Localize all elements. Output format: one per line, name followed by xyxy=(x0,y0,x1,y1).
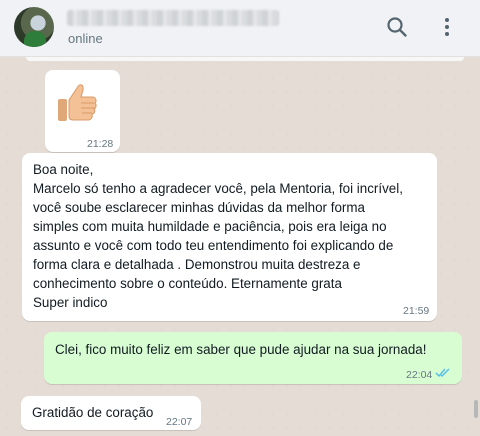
message-text-line: forma clara e detalhada . Demonstrou mui… xyxy=(33,257,361,272)
scrollbar[interactable] xyxy=(474,400,478,418)
contact-avatar[interactable] xyxy=(14,7,54,47)
thumbs-up-icon xyxy=(58,84,97,121)
message-text-line: você soube esclarecer minhas dúvidas da … xyxy=(33,200,365,215)
message-text-line: simples com muita humildade e paciência,… xyxy=(33,219,387,234)
message-text: Gratidão de coração xyxy=(32,405,154,420)
message-list[interactable]: 21:28 Boa noite, Marcelo só tenho a agra… xyxy=(0,57,480,436)
menu-button[interactable] xyxy=(434,14,460,40)
message-text-line: Boa noite, xyxy=(33,162,94,177)
message-text-line: Super indico xyxy=(33,295,108,310)
outgoing-message[interactable]: Clei, fico muito feliz em saber que pude… xyxy=(44,332,462,384)
message-time: 22:04 xyxy=(406,369,433,381)
incoming-message[interactable]: Boa noite, Marcelo só tenho a agradecer … xyxy=(22,153,437,321)
message-text-line: Marcelo só tenho a agradecer você, pela … xyxy=(33,181,403,196)
message-text-line: assunto e você com todo teu entendimento… xyxy=(33,238,394,253)
message-time: 22:07 xyxy=(166,416,193,428)
contact-status: online xyxy=(68,31,103,46)
chat-header: online xyxy=(0,0,480,57)
message-text: Clei, fico muito feliz em saber que pude… xyxy=(55,342,427,357)
more-vertical-icon xyxy=(445,18,449,36)
message-time: 21:59 xyxy=(403,305,430,317)
search-button[interactable] xyxy=(384,14,410,40)
previous-message-edge xyxy=(26,57,464,61)
double-check-icon xyxy=(435,368,450,378)
search-icon xyxy=(387,17,407,37)
message-text-line: conhecimento sobre o conteúdo. Eternamen… xyxy=(33,276,342,291)
sticker-message[interactable]: 21:28 xyxy=(45,70,120,152)
incoming-message[interactable]: Gratidão de coração 22:07 xyxy=(21,396,201,430)
message-time: 21:28 xyxy=(87,138,114,150)
contact-name-redacted[interactable] xyxy=(67,10,279,26)
